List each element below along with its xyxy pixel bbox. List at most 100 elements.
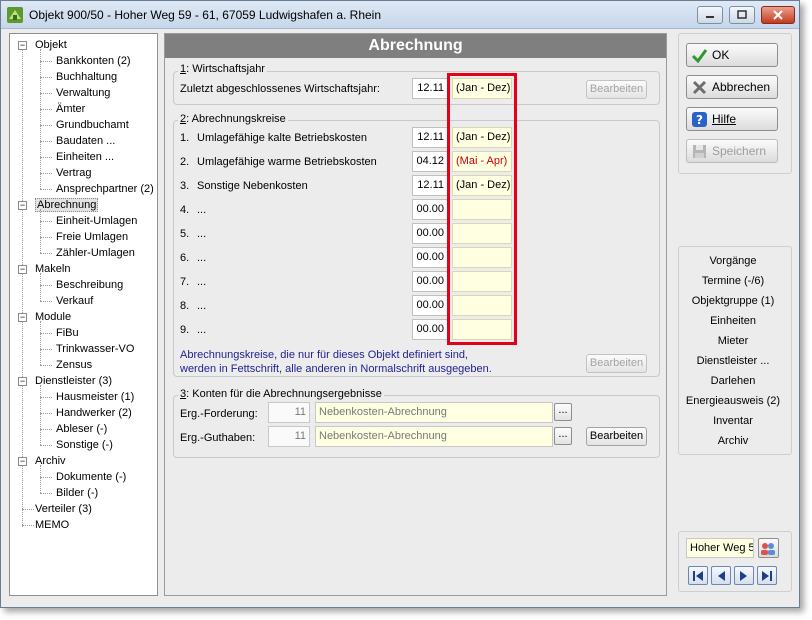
kreis-row-date-input[interactable]: 00.00 bbox=[412, 199, 448, 220]
tree-child-node[interactable]: FiBu bbox=[56, 325, 79, 341]
tree-child-node[interactable]: Beschreibung bbox=[56, 277, 123, 293]
tree-child-node[interactable]: Grundbuchamt bbox=[56, 117, 129, 133]
title-bar[interactable]: Objekt 900/50 - Hoher Weg 59 - 61, 67059… bbox=[1, 1, 799, 29]
tree-child-node[interactable]: Buchhaltung bbox=[56, 69, 117, 85]
kreis-row-date-input[interactable]: 04.12 bbox=[412, 151, 448, 172]
kreis-row-date-input[interactable]: 00.00 bbox=[412, 247, 448, 268]
tree-child-node[interactable]: Bankkonten (2) bbox=[56, 53, 131, 69]
kreis-row-number: 8. bbox=[180, 300, 190, 312]
svg-text:?: ? bbox=[696, 113, 703, 127]
tree-toggle-icon[interactable]: − bbox=[18, 41, 27, 50]
ok-button[interactable]: OK bbox=[686, 43, 778, 67]
checkmark-icon bbox=[691, 49, 708, 64]
tree-node[interactable]: MEMO bbox=[35, 517, 69, 533]
tree-child-node[interactable]: Zensus bbox=[56, 357, 92, 373]
navigation-tree[interactable]: − Objekt Bankkonten (2) Buchhaltung Verwaltu… bbox=[9, 33, 158, 596]
tree-toggle-icon[interactable]: − bbox=[18, 313, 27, 322]
tree-toggle-icon[interactable]: − bbox=[18, 457, 27, 466]
ok-label: OK bbox=[712, 48, 730, 62]
tree-child-node[interactable]: Verwaltung bbox=[56, 85, 110, 101]
tree-node[interactable]: Verteiler (3) bbox=[35, 501, 92, 517]
tree-child-node[interactable]: Einheiten ... bbox=[56, 149, 114, 165]
tree-toggle-icon[interactable]: − bbox=[18, 201, 27, 210]
guthaben-browse-button[interactable]: ... bbox=[554, 427, 572, 445]
tree-child-node[interactable]: Hausmeister (1) bbox=[56, 389, 134, 405]
kreis-row-label: ... bbox=[197, 300, 207, 312]
previous-record-icon bbox=[718, 571, 725, 581]
side-link[interactable]: Objektgruppe (1) bbox=[678, 291, 788, 311]
object-search-button[interactable] bbox=[758, 538, 779, 558]
tree-child-node[interactable]: Trinkwasser-VO bbox=[56, 341, 134, 357]
kreis-row-label: ... bbox=[197, 276, 207, 288]
abbrechen-button[interactable]: Abbrechen bbox=[686, 75, 778, 99]
maximize-button[interactable] bbox=[729, 6, 755, 24]
side-link[interactable]: Einheiten bbox=[678, 311, 788, 331]
wirtschaftsjahr-edit-button[interactable]: Bearbeiten bbox=[586, 80, 647, 99]
tree-child-node[interactable]: Einheit-Umlagen bbox=[56, 213, 137, 229]
hilfe-label: Hilfe bbox=[712, 112, 737, 126]
abrechnungskreise-edit-button[interactable]: Bearbeiten bbox=[586, 354, 647, 373]
kreis-row-date-input[interactable]: 00.00 bbox=[412, 295, 448, 316]
nav-first-button[interactable] bbox=[688, 566, 708, 585]
tree-node-label: Verteiler (3) bbox=[35, 503, 92, 515]
nav-next-button[interactable] bbox=[734, 566, 754, 585]
tree-node[interactable]: Abrechnung bbox=[35, 197, 99, 213]
people-group-icon bbox=[761, 543, 775, 555]
kreis-row-date-input[interactable]: 00.00 bbox=[412, 223, 448, 244]
side-link[interactable]: Dienstleister ... bbox=[678, 351, 788, 371]
hilfe-button[interactable]: ? Hilfe bbox=[686, 107, 778, 131]
forderung-account-name[interactable]: Nebenkosten-Abrechnung bbox=[315, 402, 553, 423]
kreis-row-number: 5. bbox=[180, 228, 190, 240]
tree-node[interactable]: Dienstleister (3) bbox=[35, 373, 112, 389]
tree-child-node[interactable]: Vertrag bbox=[56, 165, 91, 181]
app-logo-icon bbox=[6, 6, 24, 24]
kreis-row-date-input[interactable]: 00.00 bbox=[412, 271, 448, 292]
close-icon bbox=[773, 10, 783, 20]
forderung-account-number[interactable]: 11 bbox=[268, 402, 310, 423]
kreis-row-date-input[interactable]: 00.00 bbox=[412, 319, 448, 340]
guthaben-account-name[interactable]: Nebenkosten-Abrechnung bbox=[315, 426, 553, 447]
tree-child-node[interactable]: Sonstige (-) bbox=[56, 437, 113, 453]
nav-last-button[interactable] bbox=[757, 566, 777, 585]
tree-toggle-icon[interactable]: − bbox=[18, 265, 27, 274]
guthaben-label: Erg.-Guthaben: bbox=[180, 432, 256, 444]
tree-node-label: Dienstleister (3) bbox=[35, 375, 113, 387]
side-link[interactable]: Archiv bbox=[678, 431, 788, 451]
window-title: Objekt 900/50 - Hoher Weg 59 - 61, 67059… bbox=[29, 8, 382, 22]
tree-node-label: MEMO bbox=[35, 519, 70, 531]
tree-child-node[interactable]: Verkauf bbox=[56, 293, 93, 309]
close-button[interactable] bbox=[761, 6, 795, 24]
side-link[interactable]: Energieausweis (2) bbox=[678, 391, 788, 411]
tree-child-node[interactable]: Baudaten ... bbox=[56, 133, 115, 149]
guthaben-account-number[interactable]: 11 bbox=[268, 426, 310, 447]
side-link[interactable]: Termine (-/6) bbox=[678, 271, 788, 291]
tree-child-node[interactable]: Bilder (-) bbox=[56, 485, 98, 501]
next-record-icon bbox=[740, 571, 747, 581]
tree-child-node[interactable]: Zähler-Umlagen bbox=[56, 245, 135, 261]
forderung-browse-button[interactable]: ... bbox=[554, 403, 572, 421]
wirtschaftsjahr-input[interactable]: 12.11 bbox=[412, 78, 448, 99]
kreis-row-date-input[interactable]: 12.11 bbox=[412, 127, 448, 148]
kreis-row-label: Sonstige Nebenkosten bbox=[197, 180, 308, 192]
side-link[interactable]: Darlehen bbox=[678, 371, 788, 391]
nav-previous-button[interactable] bbox=[711, 566, 731, 585]
tree-child-node[interactable]: Ansprechpartner (2) bbox=[56, 181, 154, 197]
tree-child-node[interactable]: Ableser (-) bbox=[56, 421, 107, 437]
tree-child-node[interactable]: Ämter bbox=[56, 101, 85, 117]
abbrechen-label: Abbrechen bbox=[712, 80, 771, 94]
tree-toggle-icon[interactable]: − bbox=[18, 377, 27, 386]
tree-child-node[interactable]: Dokumente (-) bbox=[56, 469, 126, 485]
side-link[interactable]: Mieter bbox=[678, 331, 788, 351]
kreis-row-date-input[interactable]: 12.11 bbox=[412, 175, 448, 196]
minimize-button[interactable] bbox=[697, 6, 723, 24]
abrechnung-panel: Abrechnung 1: Wirtschaftsjahr Zuletzt ab… bbox=[164, 33, 667, 596]
speichern-button[interactable]: Speichern bbox=[686, 139, 778, 163]
kreis-row-number: 7. bbox=[180, 276, 190, 288]
tree-child-node[interactable]: Freie Umlagen bbox=[56, 229, 128, 245]
tree-child-node[interactable]: Handwerker (2) bbox=[56, 405, 132, 421]
side-link[interactable]: Inventar bbox=[678, 411, 788, 431]
side-link[interactable]: Vorgänge bbox=[678, 251, 788, 271]
kreis-row-number: 2. bbox=[180, 156, 190, 168]
current-object-field[interactable]: Hoher Weg 5 bbox=[686, 538, 754, 558]
konten-edit-button[interactable]: Bearbeiten bbox=[586, 427, 647, 446]
